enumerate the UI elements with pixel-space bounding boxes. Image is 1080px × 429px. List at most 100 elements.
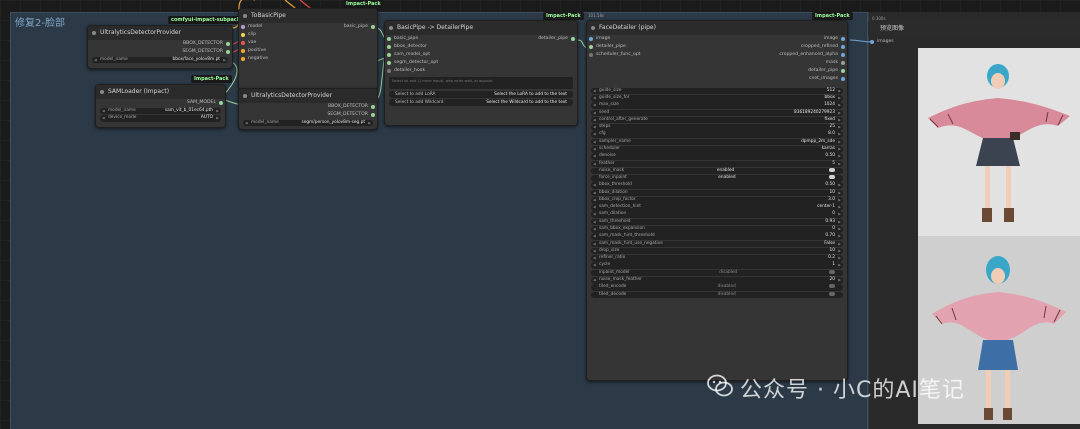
widget-label: sam_bbox_expansion	[599, 226, 645, 232]
widget-sampler-name[interactable]: sampler_name dpmpp_2m_sde	[591, 138, 843, 146]
widget-sam-bbox-expansion[interactable]: sam_bbox_expansion 0	[591, 226, 843, 233]
widget-refiner-ratio[interactable]: refiner_ratio 0.2	[591, 255, 843, 262]
input-port-vae[interactable]: vae	[239, 39, 377, 47]
widget-label: sam_mask_hint_use_negative	[599, 240, 663, 246]
toggle-knob	[829, 175, 835, 180]
select-value: Select the Wildcard to add to the text	[486, 100, 567, 105]
widget-noise-mask-feather[interactable]: noise_mask_feather 20	[591, 277, 843, 284]
widget-bbox-dilation[interactable]: bbox_dilation 10	[591, 189, 843, 197]
pack-tag: comfyui-impact-subpack	[168, 16, 244, 24]
input-port-positive[interactable]: positive	[239, 47, 377, 55]
input-port-model[interactable]: model	[239, 23, 377, 31]
input-port-segm-detector-opt[interactable]: segm_detector_opt	[385, 59, 577, 67]
input-port-images[interactable]: images	[868, 38, 918, 46]
widget-sam-detection-hint[interactable]: sam_detection_hint center-1	[591, 204, 843, 211]
output-port-mask[interactable]: mask	[727, 59, 847, 67]
input-port-scheduler-func-opt[interactable]: scheduler_func_opt	[587, 51, 707, 59]
output-port-bbox[interactable]: BBOX_DETECTOR	[239, 103, 377, 111]
samloader-node[interactable]: SAMLoader (Impact) SAM_MODEL model_name …	[95, 84, 226, 128]
lora-select[interactable]: Select to add LoRA Select the LoRA to ad…	[389, 91, 573, 98]
widget-drop-size[interactable]: drop_size 10	[591, 247, 843, 255]
widget-force-inpaint[interactable]: force_inpaint enabled	[591, 175, 843, 182]
facedetailer-widgets: guide_size 512 guide_size_for bbox max_size 1…	[587, 87, 847, 299]
widget-label: device_mode	[108, 114, 137, 120]
input-port-detailer-pipe[interactable]: detailer_pipe	[587, 43, 707, 51]
widget-label: force_inpaint	[599, 175, 627, 181]
input-port-negative[interactable]: negative	[239, 55, 377, 63]
widget-steps[interactable]: steps 25	[591, 124, 843, 131]
input-port-basic-pipe[interactable]: basic_pipe	[385, 35, 577, 43]
select-label: Select to add Wildcard	[395, 100, 444, 105]
model-name-combo[interactable]: model_name bbox/face_yolov8m.pt	[92, 56, 228, 64]
output-port-cnet-images[interactable]: cnet_images	[727, 75, 847, 83]
ultralytics-detector-node-1[interactable]: UltralyticsDetectorProvider BBOX_DETECTO…	[87, 25, 233, 69]
widget-noise-mask[interactable]: noise_mask enabled	[591, 167, 843, 175]
widget-value: fixed	[824, 116, 836, 122]
widget-inpaint-model[interactable]: inpaint_model disabled	[591, 269, 843, 277]
widget-value: bbox	[824, 94, 836, 100]
output-port-cropped-enhanced-alpha[interactable]: cropped_enhanced_alpha	[727, 51, 847, 59]
widget-guide-size-for[interactable]: guide_size_for bbox	[591, 94, 843, 102]
character-figure-1	[918, 48, 1080, 236]
output-port-cropped-refined[interactable]: cropped_refined	[727, 43, 847, 51]
basicpipe-to-detailerpipe-node[interactable]: BasicPipe -> DetailerPipe detailer_pipe …	[384, 20, 578, 126]
output-port-image[interactable]: image	[727, 35, 847, 43]
ultralytics-detector-node-2[interactable]: UltralyticsDetectorProvider BBOX_DETECTO…	[238, 88, 378, 130]
widget-value: disabled	[719, 269, 738, 275]
widget-value: enabled	[718, 175, 736, 181]
widget-bbox-crop-factor[interactable]: bbox_crop_factor 3.0	[591, 196, 843, 204]
widget-label: bbox_dilation	[599, 189, 628, 195]
output-port-detailer-pipe[interactable]: detailer_pipe	[727, 67, 847, 75]
widget-value: 0.70	[825, 233, 835, 239]
widget-denoise[interactable]: denoise 0.50	[591, 153, 843, 160]
widget-value: 20	[829, 277, 835, 282]
widget-scheduler[interactable]: scheduler karras	[591, 145, 843, 153]
widget-tiled-decode[interactable]: tiled_decode disabled	[591, 291, 843, 299]
widget-value: 0.50	[825, 182, 835, 188]
model-name-combo[interactable]: model_name segm/person_yolov8m-seg.pt	[243, 119, 373, 127]
preview-image-1	[918, 48, 1080, 236]
widget-value: 0.2	[828, 255, 835, 261]
select-label: Select to add LoRA	[395, 92, 436, 97]
facedetailer-node[interactable]: FaceDetailer (pipe) image detailer_pipe …	[586, 20, 848, 381]
preview-image-node[interactable]: 预览图像 images	[868, 22, 1080, 429]
output-port-segm[interactable]: SEGM_DETECTOR	[239, 111, 377, 119]
widget-label: sam_mask_hint_threshold	[599, 233, 655, 239]
widget-seed[interactable]: seed 836189240279923	[591, 109, 843, 117]
output-port-bbox[interactable]: BBOX_DETECTOR	[88, 40, 232, 48]
widget-label: tiled_decode	[599, 291, 627, 297]
widget-max-size[interactable]: max_size 1024	[591, 102, 843, 109]
input-port-clip[interactable]: clip	[239, 31, 377, 39]
widget-tiled-encode[interactable]: tiled_encode disabled	[591, 284, 843, 291]
widget-sam-mask-hint-threshold[interactable]: sam_mask_hint_threshold 0.70	[591, 233, 843, 240]
select-value: Select the LoRA to add to the text	[494, 92, 567, 97]
input-port-image[interactable]: image	[587, 35, 707, 43]
widget-cycle[interactable]: cycle 1	[591, 262, 843, 270]
input-port-detailer-hook[interactable]: detailer_hook	[385, 67, 577, 75]
widget-guide-size[interactable]: guide_size 512	[591, 87, 843, 95]
model-name-combo[interactable]: model_name sam_vit_b_01ec64.pth	[100, 107, 221, 115]
input-port-sam-model-opt[interactable]: sam_model_opt	[385, 51, 577, 59]
wildcard-select[interactable]: Select to add Wildcard Select the Wildca…	[389, 99, 573, 106]
widget-sam-mask-hint-use-negative[interactable]: sam_mask_hint_use_negative False	[591, 240, 843, 248]
widget-value: sam_vit_b_01ec64.pth	[164, 107, 213, 113]
widget-cfg[interactable]: cfg 8.0	[591, 131, 843, 138]
widget-value: segm/person_yolov8m-seg.pt	[301, 119, 365, 125]
input-port-bbox-detector[interactable]: bbox_detector	[385, 43, 577, 51]
toggle-knob	[828, 284, 835, 289]
widget-label: guide_size	[599, 87, 622, 93]
widget-feather[interactable]: feather 5	[591, 160, 843, 168]
output-port-segm[interactable]: SEGM_DETECTOR	[88, 48, 232, 56]
widget-value: AUTO	[200, 114, 213, 120]
widget-control-after-generate[interactable]: control_after_generate fixed	[591, 116, 843, 124]
device-mode-combo[interactable]: device_mode AUTO	[100, 114, 221, 122]
widget-value: 10	[829, 247, 835, 253]
widget-sam-threshold[interactable]: sam_threshold 0.93	[591, 218, 843, 226]
wildcard-textarea[interactable]: Select lol and (1 more input), who write…	[389, 77, 573, 89]
output-port-sam-model[interactable]: SAM_MODEL	[96, 99, 225, 107]
tobasicpipe-node[interactable]: ToBasicPipe basic_pipe model clip vae po…	[238, 8, 378, 90]
widget-value: 8.0	[828, 131, 835, 137]
widget-sam-dilation[interactable]: sam_dilation 0	[591, 211, 843, 219]
widget-bbox-threshold[interactable]: bbox_threshold 0.50	[591, 182, 843, 189]
widget-value: disabled	[717, 291, 736, 297]
